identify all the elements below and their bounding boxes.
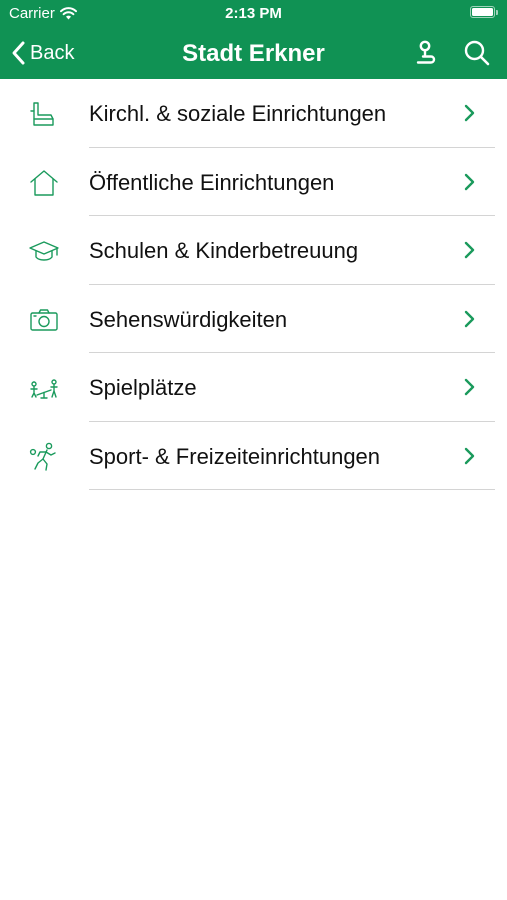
- route-map-icon[interactable]: [411, 38, 441, 68]
- search-icon[interactable]: [462, 38, 492, 68]
- divider: [89, 489, 495, 490]
- list-item-label: Kirchl. & soziale Einrichtungen: [89, 101, 387, 126]
- chevron-right-icon: [464, 241, 475, 259]
- list-item-label: Sport- & Freizeiteinrichtungen: [89, 443, 381, 469]
- playground-icon: [30, 379, 58, 399]
- list-item-sport-freizeit[interactable]: Sport- & Freizeiteinrichtungen: [0, 422, 507, 490]
- list-item-kirchl-soziale[interactable]: Kirchl. & soziale Einrichtungen: [0, 79, 507, 148]
- chevron-right-icon: [464, 447, 475, 464]
- battery-icon: [470, 6, 498, 18]
- status-bar: Carrier 2:13 PM: [0, 0, 507, 28]
- header-bar: Carrier 2:13 PM Back Stadt Erkner: [0, 0, 507, 79]
- list-item-oeffentliche[interactable]: Öffentliche Einrichtungen: [0, 148, 507, 216]
- list-item-label: Sehenswürdigkeiten: [89, 306, 288, 332]
- category-list: Kirchl. & soziale Einrichtungen Öffentli…: [0, 79, 507, 490]
- chevron-right-icon: [464, 173, 475, 190]
- armchair-icon: [30, 102, 54, 126]
- list-item-label: Spielplätze: [89, 375, 197, 400]
- list-item-spielplaetze[interactable]: Spielplätze: [0, 353, 507, 422]
- chevron-right-icon: [464, 104, 475, 122]
- list-item-label: Schulen & Kinderbetreuung: [89, 238, 359, 263]
- runner-icon: [29, 442, 56, 471]
- list-item-schulen[interactable]: Schulen & Kinderbetreuung: [0, 216, 507, 285]
- chevron-right-icon: [464, 378, 475, 396]
- list-item-sehenswuerdigkeiten[interactable]: Sehenswürdigkeiten: [0, 285, 507, 353]
- list-item-label: Öffentliche Einrichtungen: [89, 169, 335, 195]
- graduation-cap-icon: [29, 241, 59, 261]
- camera-icon: [30, 308, 58, 331]
- navigation-bar: Back Stadt Erkner: [0, 28, 507, 79]
- chevron-right-icon: [464, 310, 475, 327]
- status-time: 2:13 PM: [225, 5, 282, 22]
- house-icon: [30, 169, 58, 196]
